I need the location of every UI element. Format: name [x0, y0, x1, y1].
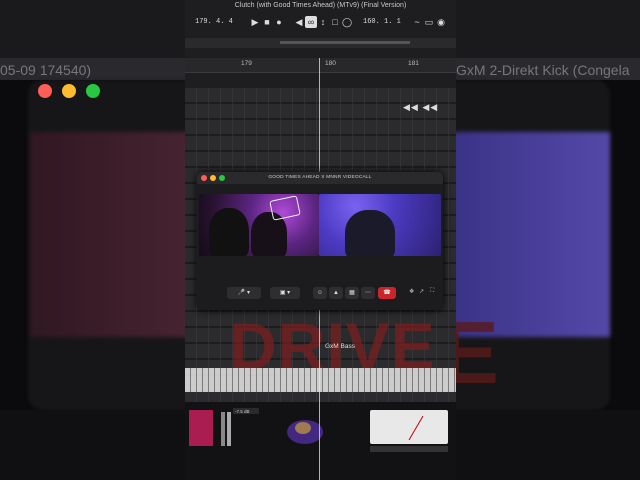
plugin-visuals: -7.5 dB	[189, 408, 448, 452]
call-controls: 🎤 ▾ ▣ ▾ ☺ ▲ ▦ ⋯ ☎ ❖ ↗ ⛶	[197, 285, 443, 301]
stop-icon[interactable]: ■	[261, 16, 273, 28]
overview-selection[interactable]	[280, 41, 410, 44]
share-screen-icon[interactable]: ▲	[329, 287, 343, 299]
play-icon[interactable]: ▶	[249, 16, 261, 28]
overview-bar[interactable]	[185, 38, 456, 48]
region-markers: ◀◀ ◀◀	[403, 102, 439, 112]
tempo-display[interactable]: 160. 1. 1	[363, 18, 411, 26]
fullscreen-icon[interactable]: ⛶	[430, 288, 434, 295]
camera-button[interactable]: ▣ ▾	[270, 287, 300, 299]
metronome-icon[interactable]: ↕	[317, 16, 329, 28]
bar-label: 179	[241, 60, 252, 67]
bass-midi-region[interactable]	[185, 368, 456, 392]
dice-neon-sign	[269, 195, 301, 221]
grid-view-icon[interactable]: ▦	[345, 287, 359, 299]
videocall-title: GOOD TIMES AHEAD X MNNR VIDEOCALL	[268, 175, 372, 180]
bar-label: 181	[408, 60, 419, 67]
bar-label: 180	[325, 60, 336, 67]
videocall-titlebar[interactable]: GOOD TIMES AHEAD X MNNR VIDEOCALL	[197, 172, 443, 184]
snap-icon[interactable]: □	[329, 16, 341, 28]
position-display[interactable]: 179. 4. 4	[195, 18, 249, 26]
microphone-button[interactable]: 🎤 ▾	[227, 287, 261, 299]
participant-figure	[209, 208, 249, 256]
record-icon[interactable]: ●	[273, 16, 285, 28]
videocall-window: GOOD TIMES AHEAD X MNNR VIDEOCALL 🎤 ▾ ▣ …	[197, 172, 443, 310]
end-call-button[interactable]: ☎	[378, 287, 396, 299]
participant-figure	[345, 210, 395, 256]
participant-video-left[interactable]	[199, 194, 319, 256]
bar-ruler[interactable]: 179 180 181	[185, 58, 456, 73]
pin-icon[interactable]: ❖	[409, 288, 414, 295]
participant-video-right[interactable]	[319, 194, 441, 256]
plugin-db-readout: -7.5 dB	[235, 409, 250, 414]
transport-bar: 179. 4. 4 ▶ ■ ● ◀ ∞ ↕ □ ◯ 160. 1. 1 ~ ▭ …	[185, 12, 456, 32]
background-region-label-left: 05-09 174540)	[0, 62, 92, 78]
wave-icon[interactable]: ~	[411, 16, 423, 28]
more-options-icon[interactable]: ⋯	[361, 287, 375, 299]
reactions-icon[interactable]: ☺	[313, 287, 327, 299]
screen-icon[interactable]: ▭	[423, 16, 435, 28]
plugin-strip: -7.5 dB	[185, 402, 456, 480]
rewind-icon[interactable]: ◀	[293, 16, 305, 28]
loop-icon[interactable]: ◯	[341, 16, 353, 28]
track-name-label: GxM Bass	[325, 343, 355, 350]
settings-icon[interactable]: ◉	[435, 16, 447, 28]
cycle-icon[interactable]: ∞	[305, 16, 317, 28]
project-title: Clutch (with Good Times Ahead) (MTv9) (F…	[234, 2, 407, 9]
popout-icon[interactable]: ↗	[419, 288, 424, 295]
background-region-label-right: GxM 2-Direkt Kick (Congela	[456, 62, 630, 78]
